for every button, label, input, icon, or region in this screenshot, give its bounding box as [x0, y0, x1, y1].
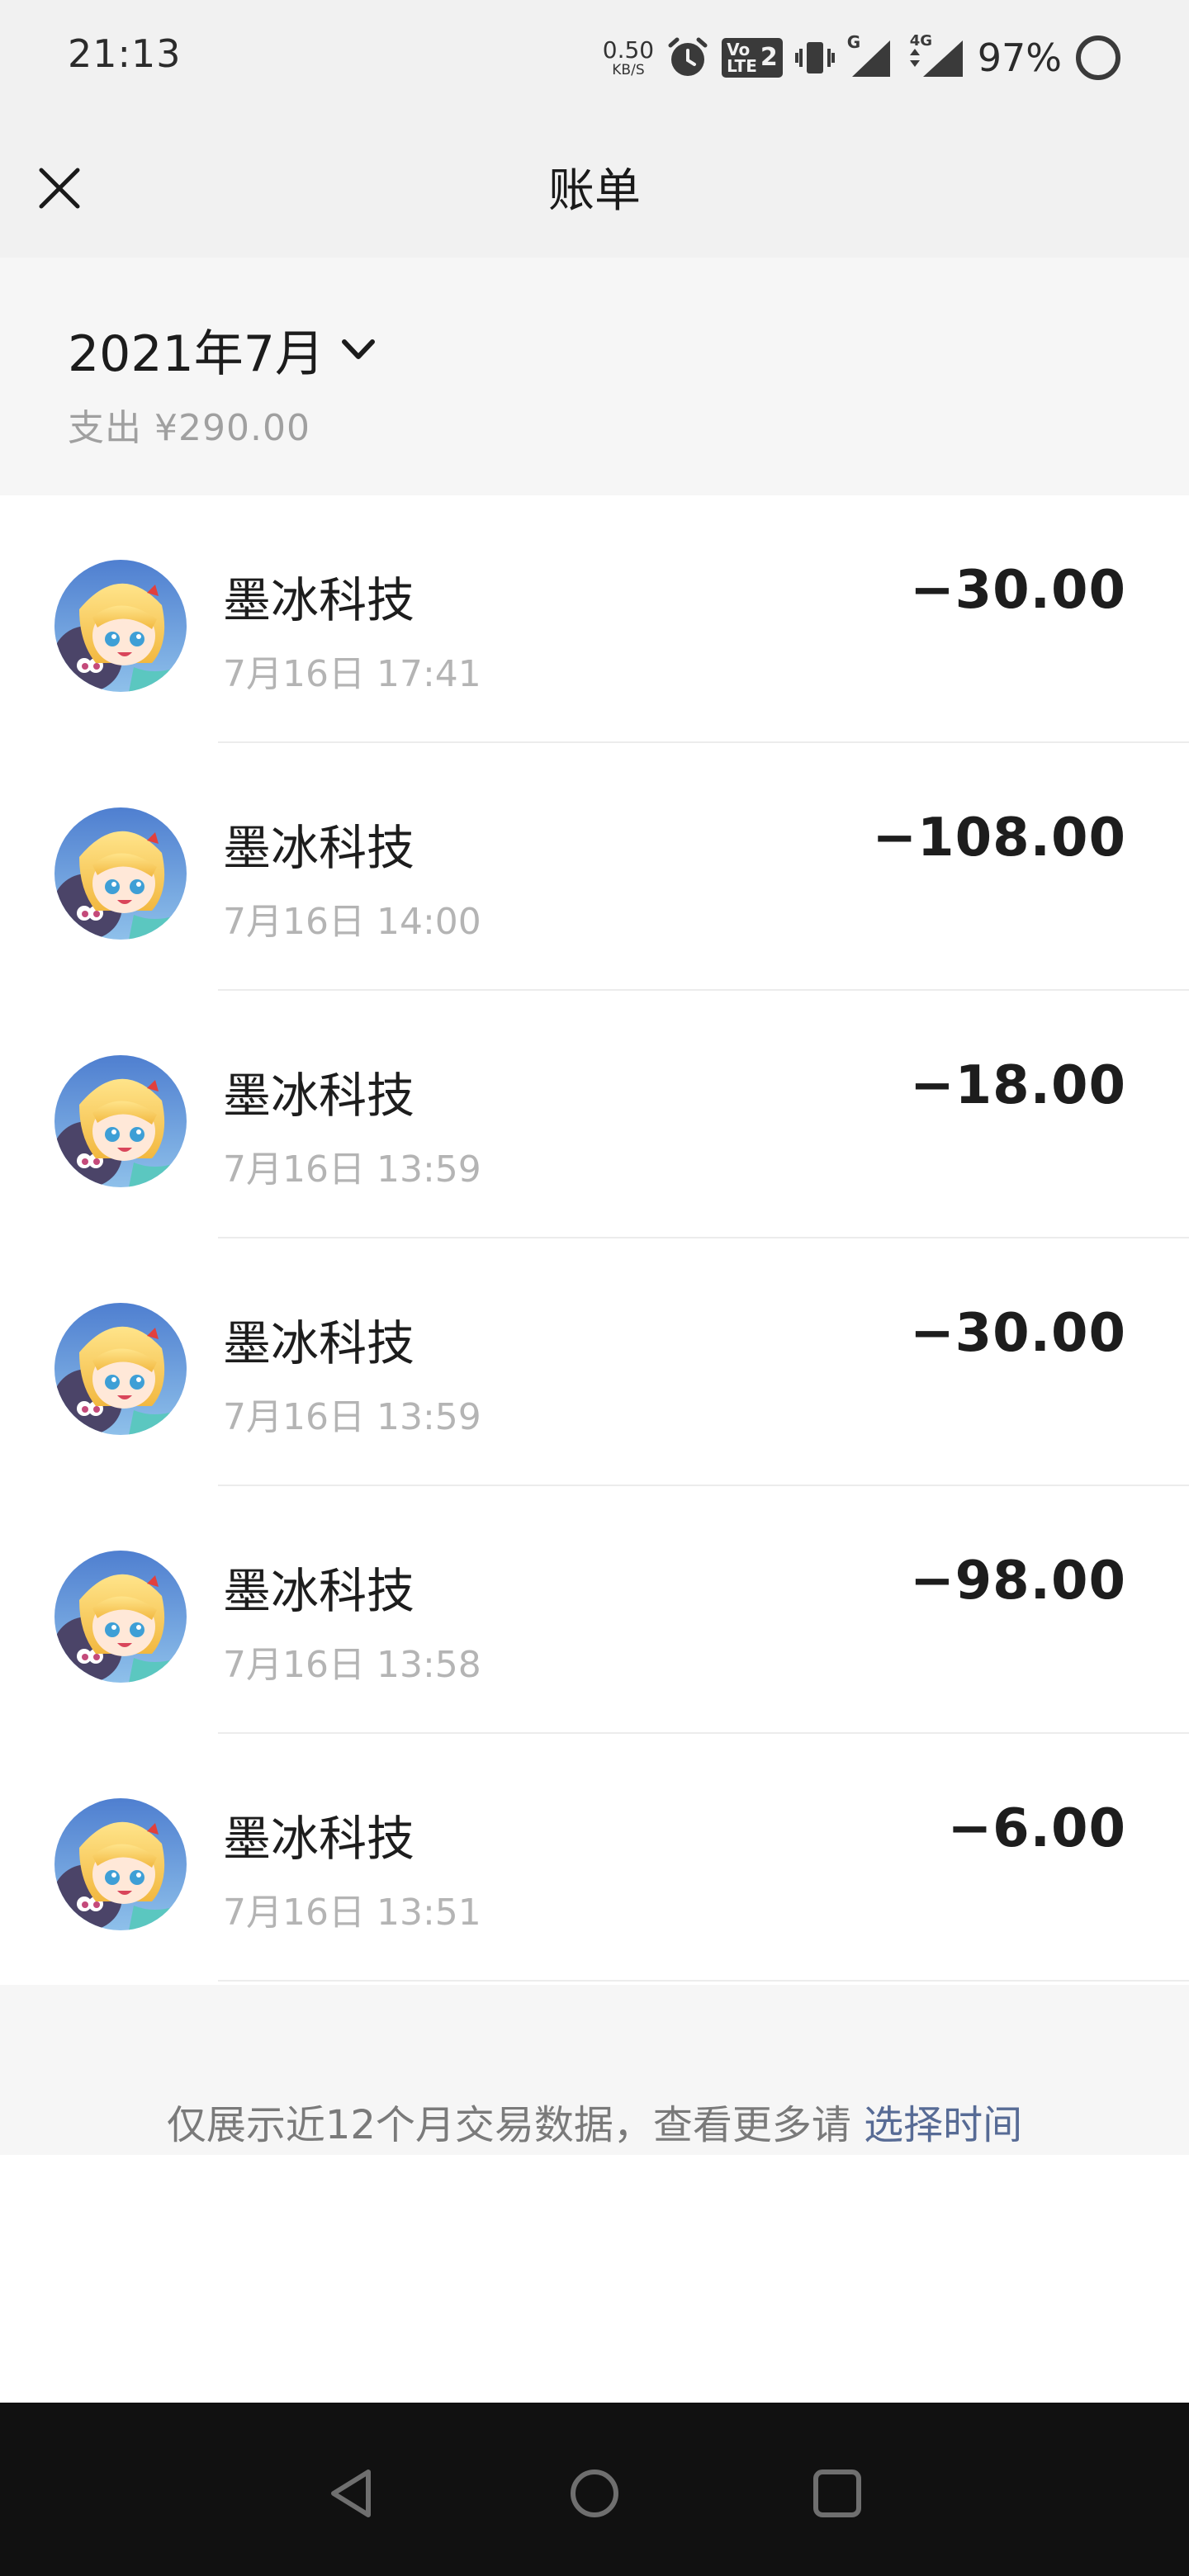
navigation-bar [0, 2403, 1189, 2576]
signal-1-label: G [846, 32, 861, 52]
header: 账单 [0, 116, 1189, 258]
spend-total: 支出 ¥290.00 [68, 407, 310, 449]
signal-2: 4G [905, 32, 966, 80]
transaction-amount: −108.00 [872, 807, 1126, 869]
transaction-time: 7月16日 13:59 [223, 1148, 481, 1191]
transaction-time: 7月16日 13:58 [223, 1644, 481, 1686]
merchant-avatar [54, 1798, 187, 1930]
volte-sim: 2 [760, 43, 778, 72]
volte-icon: Vo LTE 2 [722, 38, 783, 78]
merchant-name: 墨冰科技 [223, 1068, 415, 1124]
merchant-avatar [54, 560, 187, 692]
merchant-avatar [54, 807, 187, 940]
transaction-time: 7月16日 17:41 [223, 653, 481, 695]
net-speed-unit: KB/S [612, 61, 645, 78]
transaction-time: 7月16日 13:59 [223, 1396, 481, 1438]
home-button[interactable] [561, 2460, 628, 2526]
merchant-avatar [54, 1551, 187, 1683]
footer-note: 仅展示近12个月交易数据，查看更多请 选择时间 [0, 2092, 1189, 2150]
back-icon [331, 2469, 371, 2517]
battery-percent: 97% [977, 36, 1062, 80]
month-label: 2021年7月 [68, 325, 324, 383]
transaction-row[interactable]: 墨冰科技 7月16日 13:59 −30.00 [0, 1238, 1189, 1486]
vibrate-icon [794, 42, 835, 73]
volte-top: Vo [727, 40, 751, 59]
transaction-amount: −98.00 [909, 1551, 1126, 1612]
transaction-row[interactable]: 墨冰科技 7月16日 13:59 −18.00 [0, 991, 1189, 1238]
signal-1: G [847, 32, 893, 80]
signal-2-label: 4G [909, 32, 933, 50]
net-speed: 0.50 KB/S [602, 36, 655, 78]
back-button[interactable] [320, 2460, 386, 2526]
recents-icon [813, 2469, 861, 2517]
transaction-amount: −18.00 [909, 1055, 1126, 1116]
transaction-amount: −30.00 [909, 1303, 1126, 1364]
footer-note-text: 仅展示近12个月交易数据，查看更多请 [166, 2102, 851, 2148]
transaction-row[interactable]: 墨冰科技 7月16日 14:00 −108.00 [0, 743, 1189, 991]
page-title: 账单 [548, 164, 641, 218]
month-selector[interactable]: 2021年7月 [68, 314, 377, 386]
recents-button[interactable] [804, 2460, 870, 2526]
merchant-name: 墨冰科技 [223, 1811, 415, 1867]
transaction-amount: −30.00 [909, 560, 1126, 621]
merchant-avatar [54, 1055, 187, 1187]
transaction-time: 7月16日 13:51 [223, 1892, 481, 1934]
transaction-list: 墨冰科技 7月16日 17:41 −30.00 墨冰科技 7月16日 14:00… [0, 495, 1189, 1982]
home-icon [571, 2469, 618, 2517]
transaction-row[interactable]: 墨冰科技 7月16日 13:51 −6.00 [0, 1734, 1189, 1982]
transaction-amount: −6.00 [947, 1798, 1126, 1859]
alarm-icon [668, 37, 708, 76]
battery-icon [1076, 36, 1120, 80]
transaction-row[interactable]: 墨冰科技 7月16日 13:58 −98.00 [0, 1486, 1189, 1734]
transaction-time: 7月16日 14:00 [223, 901, 481, 943]
merchant-name: 墨冰科技 [223, 1315, 415, 1371]
transaction-row[interactable]: 墨冰科技 7月16日 17:41 −30.00 [0, 495, 1189, 743]
merchant-name: 墨冰科技 [223, 1563, 415, 1619]
status-bar: 21:13 0.50 KB/S Vo LTE 2 G 4G 97% [0, 0, 1189, 116]
volte-bottom: LTE [727, 56, 757, 76]
net-speed-value: 0.50 [602, 36, 655, 64]
status-time: 21:13 [68, 31, 182, 76]
status-icons: 0.50 KB/S Vo LTE 2 G 4G 97% [603, 26, 1123, 89]
footer: 仅展示近12个月交易数据，查看更多请 选择时间 [0, 1985, 1189, 2155]
month-summary: 2021年7月 支出 ¥290.00 [0, 258, 1189, 495]
row-divider [218, 1980, 1189, 1982]
merchant-name: 墨冰科技 [223, 572, 415, 628]
chevron-down-icon [341, 339, 375, 359]
select-time-link[interactable]: 选择时间 [864, 2102, 1022, 2148]
merchant-avatar [54, 1303, 187, 1435]
merchant-name: 墨冰科技 [223, 820, 415, 876]
